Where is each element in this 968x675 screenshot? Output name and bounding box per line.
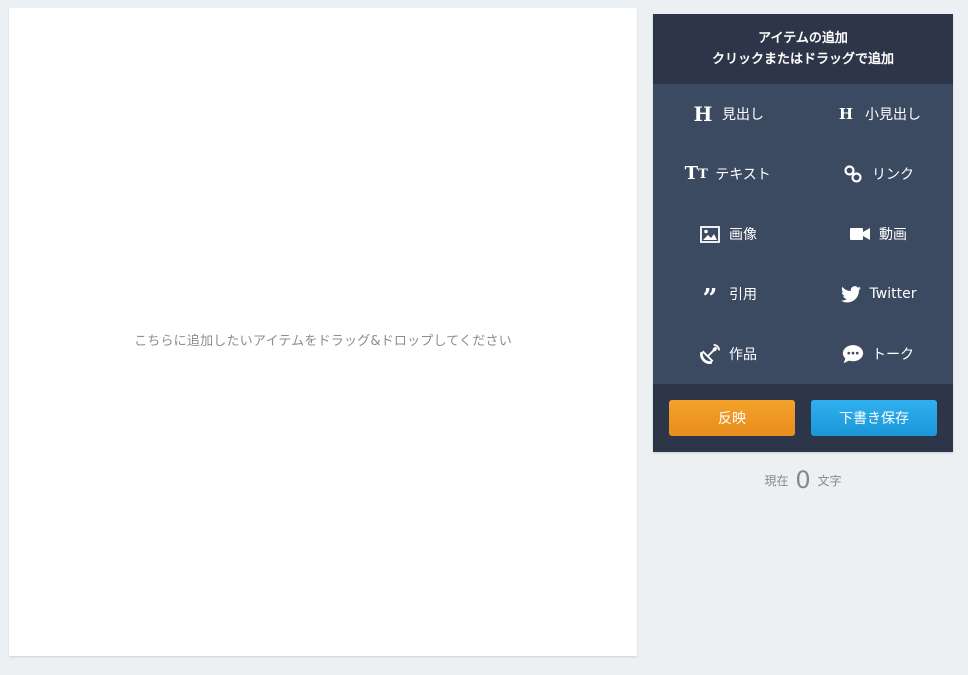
item-grid: H 見出し H 小見出し TT テキスト リンク 画像 動画 ” 引用 Twit… [653, 84, 953, 384]
add-item-panel: アイテムの追加 クリックまたはドラッグで追加 H 見出し H 小見出し TT テ… [653, 14, 953, 452]
item-label: 小見出し [865, 107, 921, 123]
panel-footer: 反映 下書き保存 [653, 384, 953, 452]
text-icon: TT [684, 163, 708, 184]
subheading-icon: H [838, 104, 854, 123]
drop-hint-text: こちらに追加したいアイテムをドラッグ&ドロップしてください [134, 333, 512, 349]
twitter-bird-icon [840, 283, 862, 305]
apply-button[interactable]: 反映 [669, 400, 795, 436]
add-twitter-button[interactable]: Twitter [803, 264, 953, 324]
add-subheading-button[interactable]: H 小見出し [803, 84, 953, 144]
add-image-button[interactable]: 画像 [653, 204, 803, 264]
item-label: 画像 [729, 227, 757, 243]
item-label: テキスト [715, 167, 771, 183]
counter-suffix: 文字 [817, 474, 842, 488]
video-camera-icon [849, 223, 871, 245]
image-icon [699, 223, 721, 245]
item-label: リンク [872, 167, 914, 183]
add-quote-button[interactable]: ” 引用 [653, 264, 803, 324]
save-draft-button[interactable]: 下書き保存 [811, 400, 937, 436]
item-label: 動画 [879, 227, 907, 243]
character-count: 0 [795, 466, 811, 494]
item-label: トーク [872, 347, 914, 363]
character-counter: 現在 0 文字 [653, 466, 953, 494]
add-work-button[interactable]: 作品 [653, 324, 803, 384]
item-label: 見出し [722, 107, 764, 123]
panel-header: アイテムの追加 クリックまたはドラッグで追加 [653, 14, 953, 84]
add-video-button[interactable]: 動画 [803, 204, 953, 264]
link-icon [842, 163, 864, 185]
add-heading-button[interactable]: H 見出し [653, 84, 803, 144]
counter-prefix: 現在 [764, 474, 789, 488]
item-label: 作品 [729, 347, 757, 363]
panel-title: アイテムの追加 [758, 31, 848, 46]
editor-canvas[interactable]: こちらに追加したいアイテムをドラッグ&ドロップしてください [9, 8, 637, 656]
panel-subtitle: クリックまたはドラッグで追加 [711, 52, 894, 67]
item-label: Twitter [869, 286, 917, 302]
heading-icon: H [693, 102, 713, 126]
item-label: 引用 [729, 287, 757, 303]
add-link-button[interactable]: リンク [803, 144, 953, 204]
speech-bubble-icon [842, 343, 864, 365]
satellite-dish-icon [699, 343, 721, 365]
add-talk-button[interactable]: トーク [803, 324, 953, 384]
quote-icon: ” [702, 284, 718, 314]
add-text-button[interactable]: TT テキスト [653, 144, 803, 204]
